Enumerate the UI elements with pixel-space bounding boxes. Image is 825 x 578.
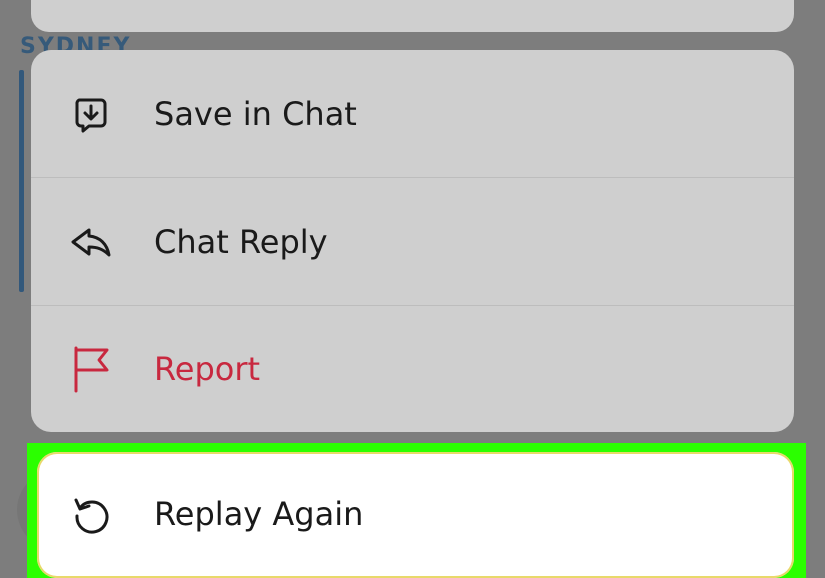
chat-reply-label: Chat Reply [154, 222, 328, 261]
report-button[interactable]: Report [31, 306, 794, 432]
chat-reply-button[interactable]: Chat Reply [31, 178, 794, 305]
replay-again-label: Replay Again [154, 495, 364, 533]
previous-card [31, 0, 794, 32]
save-in-chat-icon [69, 92, 113, 136]
replay-again-button[interactable]: Replay Again [37, 452, 794, 578]
save-in-chat-button[interactable]: Save in Chat [31, 50, 794, 177]
background-accent-bar [19, 70, 24, 292]
flag-icon [69, 346, 113, 393]
reply-arrow-icon [69, 220, 113, 264]
replay-icon [69, 493, 113, 537]
action-menu: Save in Chat Chat Reply Report [31, 50, 794, 432]
report-label: Report [154, 350, 261, 388]
save-in-chat-label: Save in Chat [154, 94, 357, 133]
